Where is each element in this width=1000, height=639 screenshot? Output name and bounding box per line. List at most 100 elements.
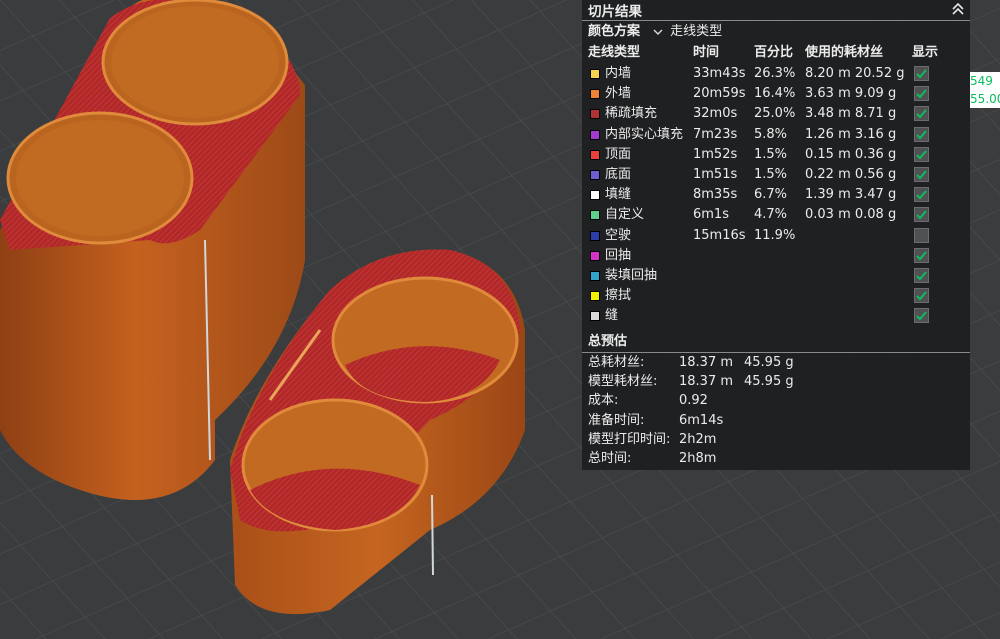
color-swatch: [590, 149, 600, 160]
estimate-value-1: 18.37 m: [679, 374, 734, 390]
feature-time: 32m0s: [693, 106, 738, 122]
show-checkbox[interactable]: [914, 247, 929, 263]
feature-filament: 1.39 m 3.47 g: [805, 187, 897, 203]
feature-label: 填缝: [605, 187, 632, 203]
color-swatch: [590, 271, 600, 281]
estimate-header: 总预估: [582, 332, 970, 352]
feature-label: 顶面: [605, 146, 632, 162]
show-checkbox[interactable]: [914, 308, 929, 324]
show-checkbox[interactable]: [914, 66, 929, 81]
feature-filament: 0.22 m 0.56 g: [805, 167, 897, 182]
chevron-down-icon: [652, 22, 666, 42]
estimate-value-1: 2h2m: [679, 431, 717, 447]
feature-row: 装填回抽: [582, 266, 970, 286]
check-icon: [916, 109, 927, 119]
feature-percent: 5.8%: [754, 126, 788, 142]
show-checkbox[interactable]: [914, 288, 929, 304]
feature-label: 回抽: [605, 247, 632, 263]
color-swatch: [590, 109, 600, 120]
feature-filament: 8.20 m 20.52 g: [805, 66, 905, 81]
scheme-dropdown[interactable]: 走线类型: [652, 22, 722, 42]
color-swatch: [590, 311, 600, 322]
feature-row: 稀疏填充 32m0s 25.0% 3.48 m 8.71 g: [582, 104, 970, 124]
feature-time: 1m51s: [693, 167, 738, 182]
feature-row: 自定义 6m1s 4.7% 0.03 m 0.08 g: [582, 205, 970, 225]
estimate-row: 模型耗材丝: 18.37 m 45.95 g: [582, 372, 970, 392]
feature-percent: 16.4%: [754, 86, 796, 102]
check-icon: [916, 190, 927, 200]
feature-label: 空驶: [605, 227, 632, 243]
header-percent: 百分比: [754, 45, 794, 60]
feature-time: 6m1s: [693, 207, 729, 223]
show-checkbox[interactable]: [914, 268, 929, 283]
header-type: 走线类型: [588, 45, 641, 60]
color-swatch: [590, 230, 600, 241]
feature-label: 内部实心填充: [605, 126, 684, 142]
feature-time: 8m35s: [693, 187, 738, 203]
show-checkbox[interactable]: [914, 86, 929, 102]
feature-filament: 0.03 m 0.08 g: [805, 207, 897, 223]
feature-label: 装填回抽: [605, 268, 658, 283]
estimate-row: 模型打印时间: 2h2m: [582, 430, 970, 450]
feature-filament: 3.48 m 8.71 g: [805, 106, 897, 122]
check-icon: [916, 69, 927, 79]
show-checkbox[interactable]: [914, 187, 929, 203]
collapse-icon[interactable]: [950, 1, 966, 17]
estimate-row: 成本: 0.92: [582, 391, 970, 411]
estimate-label: 模型耗材丝:: [588, 374, 658, 390]
feature-time: 20m59s: [693, 86, 746, 102]
feature-row: 内部实心填充 7m23s 5.8% 1.26 m 3.16 g: [582, 125, 970, 145]
divider: [582, 20, 970, 21]
feature-percent: 4.7%: [754, 207, 788, 223]
panel-title: 切片结果: [588, 4, 642, 20]
color-swatch: [590, 291, 600, 302]
check-icon: [916, 210, 927, 220]
estimate-value-1: 18.37 m: [679, 355, 734, 370]
estimate-row: 准备时间: 6m14s: [582, 411, 970, 431]
feature-label: 擦拭: [605, 288, 632, 304]
estimate-row: 总耗材丝: 18.37 m 45.95 g: [582, 353, 970, 373]
feature-time: 33m43s: [693, 66, 746, 81]
show-checkbox[interactable]: [914, 227, 929, 243]
feature-row: 内墙 33m43s 26.3% 8.20 m 20.52 g: [582, 64, 970, 84]
feature-row: 填缝 8m35s 6.7% 1.39 m 3.47 g: [582, 185, 970, 205]
feature-label: 稀疏填充: [605, 106, 658, 122]
feature-row: 回抽: [582, 246, 970, 266]
scheme-value: 走线类型: [670, 24, 723, 39]
panel-header: 切片结果: [582, 0, 970, 20]
show-checkbox[interactable]: [914, 207, 929, 223]
edge-value-1: 549: [970, 72, 1000, 90]
feature-filament: 3.63 m 9.09 g: [805, 86, 897, 102]
check-icon: [916, 251, 927, 261]
feature-percent: 25.0%: [754, 106, 796, 122]
estimate-value-1: 6m14s: [679, 412, 724, 428]
table-header: 走线类型 时间 百分比 使用的耗材丝 显示: [582, 43, 970, 63]
feature-percent: 11.9%: [754, 227, 796, 243]
show-checkbox[interactable]: [914, 126, 929, 142]
header-time: 时间: [693, 45, 720, 60]
check-icon: [916, 271, 927, 281]
estimate-label: 准备时间:: [588, 412, 645, 428]
feature-label: 外墙: [605, 86, 632, 102]
feature-label: 缝: [605, 308, 619, 324]
color-swatch: [590, 250, 600, 261]
color-swatch: [590, 89, 600, 100]
color-swatch: [590, 129, 600, 140]
estimate-value-2: 45.95 g: [744, 374, 794, 390]
feature-row: 顶面 1m52s 1.5% 0.15 m 0.36 g: [582, 145, 970, 165]
color-swatch: [590, 210, 600, 221]
show-checkbox[interactable]: [914, 167, 929, 182]
feature-label: 自定义: [605, 207, 645, 223]
show-checkbox[interactable]: [914, 146, 929, 162]
estimate-title: 总预估: [588, 334, 628, 349]
slice-result-panel: 切片结果 颜色方案 走线类型 走线类型 时间 百分比 使用的耗材丝 显示 内墙 3…: [582, 0, 970, 470]
show-checkbox[interactable]: [914, 106, 929, 122]
check-icon: [916, 129, 927, 140]
header-show: 显示: [912, 45, 939, 60]
feature-row: 擦拭: [582, 286, 970, 306]
estimate-row: 总时间: 2h8m: [582, 449, 970, 469]
check-icon: [916, 311, 927, 321]
feature-label: 内墙: [605, 66, 632, 81]
check-icon: [916, 291, 927, 301]
feature-time: 15m16s: [693, 227, 746, 243]
